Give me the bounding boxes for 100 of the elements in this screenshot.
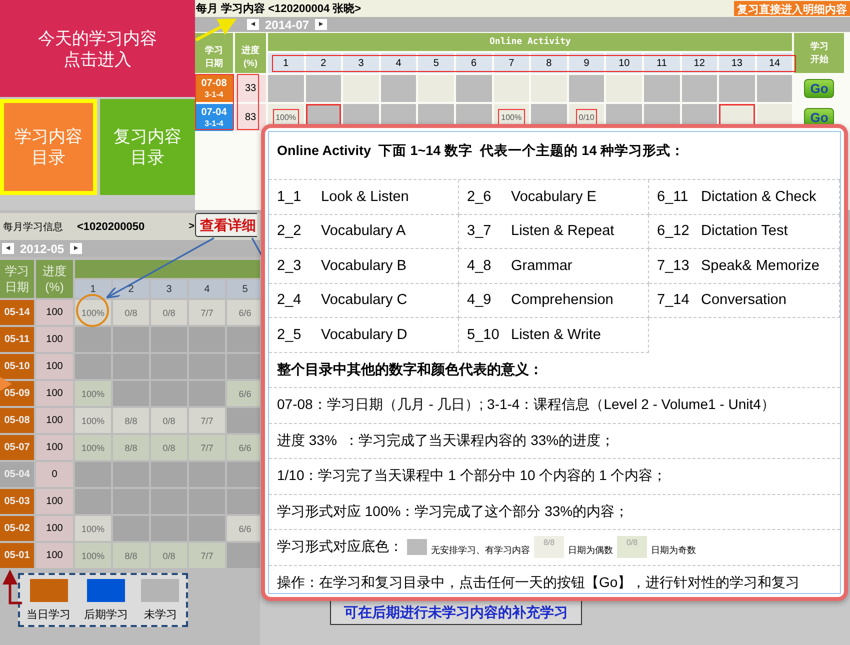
table-cell: 100% xyxy=(75,543,111,568)
column-header: 10 xyxy=(606,53,642,73)
panel-title: 每月 学习内容 <120200004 张晓> xyxy=(195,2,362,16)
student-id: <1020200050 xyxy=(77,220,145,232)
activity-code: 2_2 xyxy=(277,223,302,240)
table-cell: 0/8 xyxy=(151,543,187,568)
activity-code: 2_6 xyxy=(467,188,492,205)
table-cell: 8/8 xyxy=(113,408,149,433)
note-text: 1/10：学习完了当天课程中 1 个部分中 10 个内容的 1 个内容； xyxy=(269,458,840,494)
swatch-caption: 无安排学习、有学习内容 xyxy=(431,544,530,557)
pointer-icon xyxy=(0,377,12,391)
supplement-button[interactable]: 可在后期进行未学习内容的补充学习 xyxy=(330,600,582,625)
go-button[interactable]: Go xyxy=(804,79,834,98)
callout-label: 查看详细 xyxy=(195,213,257,237)
activity-name: Listen & Repeat xyxy=(511,223,614,240)
activity-code: 5_10 xyxy=(467,326,500,343)
progress-cell: 100 xyxy=(36,435,73,460)
column-header: 9 xyxy=(568,53,604,73)
table-cell: 0/8 xyxy=(151,435,187,460)
activity-name: Speak& Memorize xyxy=(701,258,820,274)
table-cell: 6/6 xyxy=(227,381,260,406)
month-label: 2014-07 xyxy=(265,18,310,32)
legend-label: 后期学习 xyxy=(84,608,128,622)
date-cell: 05-02 xyxy=(0,516,34,541)
progress-cell: 100 xyxy=(36,300,73,325)
progress-cell: 100 xyxy=(36,354,73,379)
next-button[interactable]: > xyxy=(188,221,194,232)
table-cell: 100% xyxy=(75,516,111,541)
activity-name: Dictation Test xyxy=(701,223,788,240)
activity-code: 4_9 xyxy=(467,292,492,308)
table-cell: 0/8 xyxy=(151,300,187,325)
column-header: 5 xyxy=(227,280,260,298)
column-header: 4 xyxy=(380,53,416,73)
activity-name: Comprehension xyxy=(511,292,614,308)
column-header: 学习开始 xyxy=(794,33,844,73)
activity-name: Conversation xyxy=(701,292,786,308)
activity-code: 4_8 xyxy=(467,258,492,274)
note-text: 学习形式对应底色： xyxy=(277,538,403,556)
table-cell: 6/6 xyxy=(227,435,260,460)
table-cell: 6/6 xyxy=(227,300,260,325)
progress-cell: 100 xyxy=(36,489,73,514)
table-cell: 8/8 xyxy=(113,435,149,460)
table-cell: 7/7 xyxy=(189,543,225,568)
column-header: 2 xyxy=(113,280,149,298)
date-cell: 05-11 xyxy=(0,327,34,352)
column-header: 8 xyxy=(531,53,567,73)
activity-code: 2_4 xyxy=(277,292,302,308)
table-cell: 100% xyxy=(75,408,111,433)
legend-label: 当日学习 xyxy=(26,608,71,622)
pointer-arrow xyxy=(195,18,237,42)
column-header: 4 xyxy=(189,280,225,298)
column-header: 学习日期 xyxy=(195,33,233,73)
activity-code: 6_12 xyxy=(657,223,690,240)
menu-tile[interactable]: 今天的学习内容 点击进入 xyxy=(0,0,195,97)
popup-title: Online Activity 下面 1~14 数字 代表一个主题的 14 种学习形式： xyxy=(276,142,686,160)
date-cell: 05-10 xyxy=(0,354,34,379)
activity-name: Vocabulary B xyxy=(321,258,406,274)
note-text: 操作：在学习和复习目录中，点击任何一天的按钮【Go】，进行针对性的学习和复习 xyxy=(269,564,840,600)
progress-cell: 100 xyxy=(36,543,73,568)
column-header: 12 xyxy=(682,53,718,73)
pointer-arrow xyxy=(2,570,22,604)
table-cell: 8/8 xyxy=(113,543,149,568)
column-header: 学习日期 xyxy=(0,260,34,298)
date-cell: 07-08 3-1-4 xyxy=(195,75,233,102)
month-label: 2012-05 xyxy=(20,242,64,256)
progress-cell: 100 xyxy=(36,516,73,541)
column-header: 进度 (%) xyxy=(235,33,266,73)
column-header: 11 xyxy=(644,53,680,73)
date-cell: 05-09 xyxy=(0,381,34,406)
column-header: 14 xyxy=(756,53,792,73)
column-header: 3 xyxy=(343,53,379,73)
activity-name: Dictation & Check xyxy=(701,188,816,205)
note-text: 学习形式对应 100%：学习完成了这个部分 33%的内容； xyxy=(269,494,840,529)
activity-name: Vocabulary C xyxy=(321,292,408,308)
date-cell: 05-07 xyxy=(0,435,34,460)
table-cell: 6/6 xyxy=(227,516,260,541)
activity-name: Vocabulary E xyxy=(511,188,596,205)
table-cell: 0/8 xyxy=(113,300,149,325)
note-text: 进度 33% ：学习完成了当天课程内容的 33%的进度； xyxy=(269,422,840,458)
panel-title: 每月学习信息 xyxy=(3,220,63,234)
activity-code: 3_7 xyxy=(467,223,492,240)
activity-code: 7_14 xyxy=(657,292,690,308)
activity-code: 1_1 xyxy=(277,188,302,205)
table-cell: 7/7 xyxy=(189,300,225,325)
progress-cell: 100 xyxy=(36,381,73,406)
note-heading: 整个目录中其他的数字和颜色代表的意义： xyxy=(276,360,544,379)
activity-code: 2_5 xyxy=(277,326,302,343)
column-header: 3 xyxy=(151,280,187,298)
progress-cell: 100 xyxy=(36,327,73,352)
activity-name: Look & Listen xyxy=(321,188,409,205)
swatch-caption: 日期为偶数 xyxy=(568,544,613,557)
date-cell: 05-01 xyxy=(0,543,34,568)
date-cell: 05-04 xyxy=(0,462,34,487)
activity-name: Vocabulary D xyxy=(321,326,408,343)
column-header: 7 xyxy=(494,53,530,73)
activity-code: 2_3 xyxy=(277,258,302,274)
legend-label: 未学习 xyxy=(144,608,177,622)
color-swatch: 8/8 xyxy=(534,536,564,558)
table-cell: 100% xyxy=(75,435,111,460)
table-cell: 7/7 xyxy=(189,435,225,460)
